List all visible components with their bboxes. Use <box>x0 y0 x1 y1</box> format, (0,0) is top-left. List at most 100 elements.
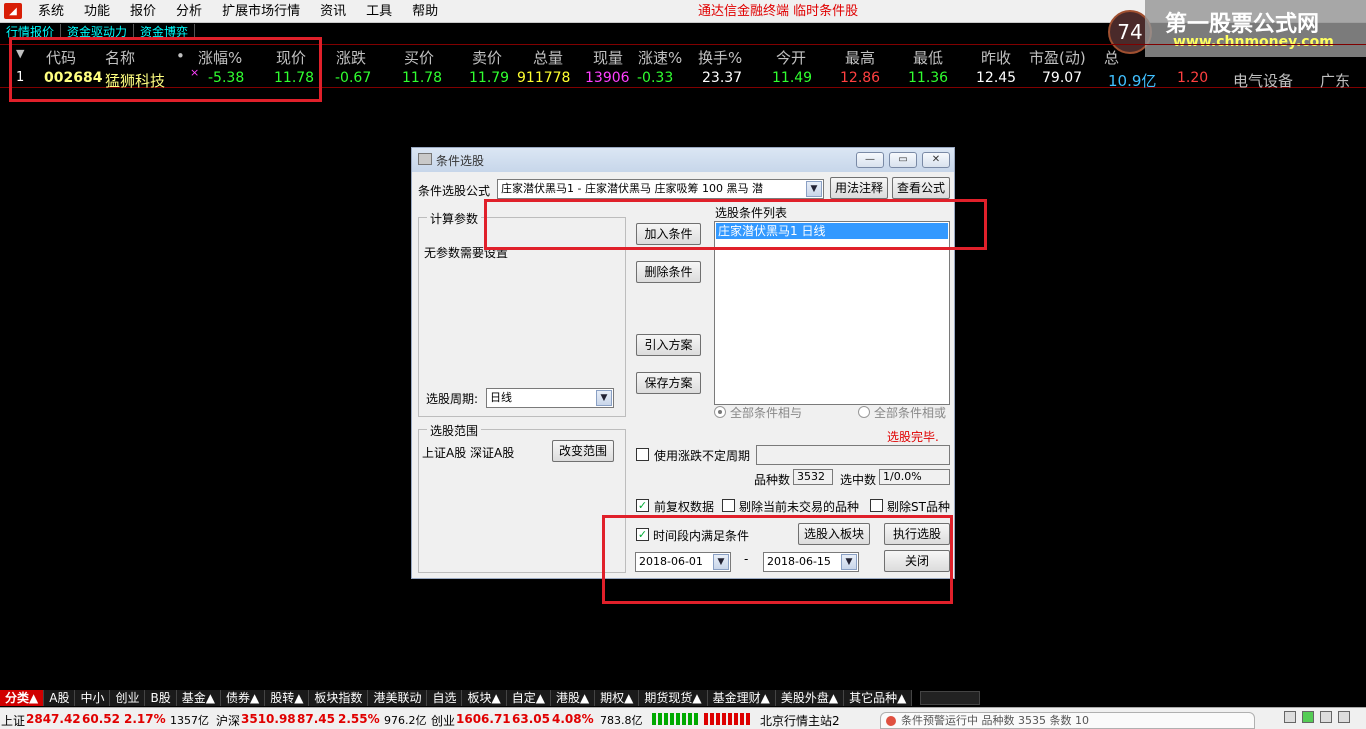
col-volume[interactable]: 总量 <box>533 47 563 68</box>
menu-news[interactable]: 资讯 <box>310 0 356 23</box>
cy-amount: 783.8亿 <box>600 714 643 727</box>
window-title: 通达信金融终端 临时条件股 <box>698 4 859 19</box>
range-title: 选股范围 <box>427 422 482 439</box>
tab-transfer[interactable]: 股转▲ <box>265 689 310 706</box>
tab-hk-stock[interactable]: 港股▲ <box>550 689 596 706</box>
sh-change: 60.52 <box>82 712 120 726</box>
view-formula-button[interactable]: 查看公式 <box>892 177 950 199</box>
chevron-down-icon[interactable]: ▼ <box>596 390 612 406</box>
row-speed: -0.33 <box>637 70 674 86</box>
menu-tools[interactable]: 工具 <box>356 0 402 23</box>
change-range-button[interactable]: 改变范围 <box>552 440 614 462</box>
market-category-tabs: 分类▲ A股 中小 创业 B股 基金▲ 债券▲ 股转▲ 板块指数 港美联动 自选… <box>0 689 1366 706</box>
tab-b-share[interactable]: B股 <box>145 689 177 706</box>
close-icon[interactable]: ✕ <box>922 152 950 168</box>
chevron-down-icon[interactable]: ▼ <box>806 181 822 197</box>
row-total-value: 10.9亿 <box>1108 72 1157 90</box>
antenna-icon[interactable] <box>1320 711 1332 723</box>
save-scheme-button[interactable]: 保存方案 <box>636 372 701 394</box>
forward-adjust-label: 前复权数据 <box>654 500 715 514</box>
cy-index[interactable]: 1606.71 <box>456 712 511 726</box>
maximize-icon[interactable]: ▭ <box>889 152 917 168</box>
col-ask[interactable]: 卖价 <box>472 47 502 68</box>
tab-custom[interactable]: 自定▲ <box>506 689 551 706</box>
irregular-period-checkbox[interactable] <box>636 448 649 461</box>
row-pe: 79.07 <box>1042 70 1083 86</box>
irregular-period-label: 使用涨跌不定周期 <box>654 449 751 463</box>
col-pe[interactable]: 市盈(动) <box>1029 47 1086 68</box>
formula-select[interactable]: 庄家潜伏黑马1 - 庄家潜伏黑马 庄家吸筹 100 黑马 潜 ▼ <box>497 179 824 199</box>
col-low[interactable]: 最低 <box>913 47 943 68</box>
tab-wealth[interactable]: 基金理财▲ <box>707 689 776 706</box>
row-open: 11.49 <box>772 70 813 86</box>
delete-condition-button[interactable]: 删除条件 <box>636 261 701 283</box>
tab-sector[interactable]: 板块▲ <box>462 689 507 706</box>
row-high: 12.86 <box>840 70 881 86</box>
tab-other[interactable]: 其它品种▲ <box>844 689 913 706</box>
exclude-untraded-checkbox[interactable] <box>722 499 735 512</box>
tab-sme[interactable]: 中小 <box>75 689 111 706</box>
tab-sector-index[interactable]: 板块指数 <box>309 689 369 706</box>
tab-options[interactable]: 期权▲ <box>595 689 640 706</box>
tab-category[interactable]: 分类▲ <box>0 689 45 706</box>
row-turnover: 23.37 <box>702 70 743 86</box>
sh-index[interactable]: 2847.42 <box>26 712 81 726</box>
col-speed[interactable]: 涨速% <box>638 47 682 68</box>
hs-index[interactable]: 3510.98 <box>241 712 296 726</box>
tab-bond[interactable]: 债券▲ <box>220 689 266 706</box>
annotation-box-condition <box>484 199 987 250</box>
annotation-box-time-range <box>602 515 953 604</box>
app-logo-icon: ◢ <box>4 3 22 19</box>
col-high[interactable]: 最高 <box>845 47 875 68</box>
col-turnover[interactable]: 换手% <box>698 47 742 68</box>
menu-function[interactable]: 功能 <box>74 0 120 23</box>
status-text: 选股完毕. <box>887 430 939 444</box>
minimize-icon[interactable]: — <box>856 152 884 168</box>
menu-help[interactable]: 帮助 <box>402 0 448 23</box>
menu-quote[interactable]: 报价 <box>120 0 166 23</box>
range-group: 选股范围 上证A股 深证A股 改变范围 <box>418 422 626 573</box>
col-prev-close[interactable]: 昨收 <box>981 47 1011 68</box>
menu-analysis[interactable]: 分析 <box>166 0 212 23</box>
server-name[interactable]: 北京行情主站2 <box>760 712 840 729</box>
col-last-vol[interactable]: 现量 <box>593 47 623 68</box>
hs-pct: 2.55% <box>338 712 380 726</box>
col-change[interactable]: 涨跌 <box>336 47 366 68</box>
forward-adjust-checkbox[interactable]: ✓ <box>636 499 649 512</box>
settings-icon[interactable] <box>1338 711 1350 723</box>
radio-or-label: 全部条件相或 <box>874 406 947 420</box>
row-region: 广东 <box>1320 72 1351 90</box>
tab-a-share[interactable]: A股 <box>44 689 76 706</box>
row-change: -0.67 <box>335 70 372 86</box>
tab-hk-us-link[interactable]: 港美联动 <box>368 689 428 706</box>
cy-pct: 4.08% <box>552 712 594 726</box>
tabs-scrollbar[interactable] <box>920 690 981 705</box>
menu-extended-market[interactable]: 扩展市场行情 <box>212 0 310 23</box>
col-total[interactable]: 总 <box>1104 47 1119 68</box>
period-select[interactable]: 日线 ▼ <box>486 388 614 408</box>
window-icon[interactable] <box>1284 711 1296 723</box>
radio-and[interactable] <box>714 406 726 418</box>
row-bid: 11.78 <box>402 70 443 86</box>
dialog-titlebar[interactable]: 条件选股 — ▭ ✕ <box>412 148 954 172</box>
selected-label: 选中数 <box>840 473 877 487</box>
import-scheme-button[interactable]: 引入方案 <box>636 334 701 356</box>
col-bid[interactable]: 买价 <box>404 47 434 68</box>
radio-or[interactable] <box>858 406 870 418</box>
menu-system[interactable]: 系统 <box>28 0 74 23</box>
tab-fund[interactable]: 基金▲ <box>176 689 221 706</box>
tab-us-foreign[interactable]: 美股外盘▲ <box>775 689 845 706</box>
tab-gem[interactable]: 创业 <box>110 689 146 706</box>
selected-value: 1/0.0% <box>879 469 950 485</box>
status-icon[interactable] <box>1302 711 1314 723</box>
hs-label: 沪深 <box>216 714 241 728</box>
usage-button[interactable]: 用法注释 <box>830 177 888 199</box>
tab-watchlist[interactable]: 自选 <box>427 689 463 706</box>
exclude-st-checkbox[interactable] <box>870 499 883 512</box>
tab-futures[interactable]: 期货现货▲ <box>639 689 708 706</box>
alert-tip[interactable]: 条件预警运行中 品种数 3535 条数 10 <box>880 712 1255 729</box>
annotation-box-quote <box>9 37 322 102</box>
calc-params-title: 计算参数 <box>427 210 482 227</box>
row-industry: 电气设备 <box>1233 72 1294 90</box>
col-open[interactable]: 今开 <box>776 47 806 68</box>
